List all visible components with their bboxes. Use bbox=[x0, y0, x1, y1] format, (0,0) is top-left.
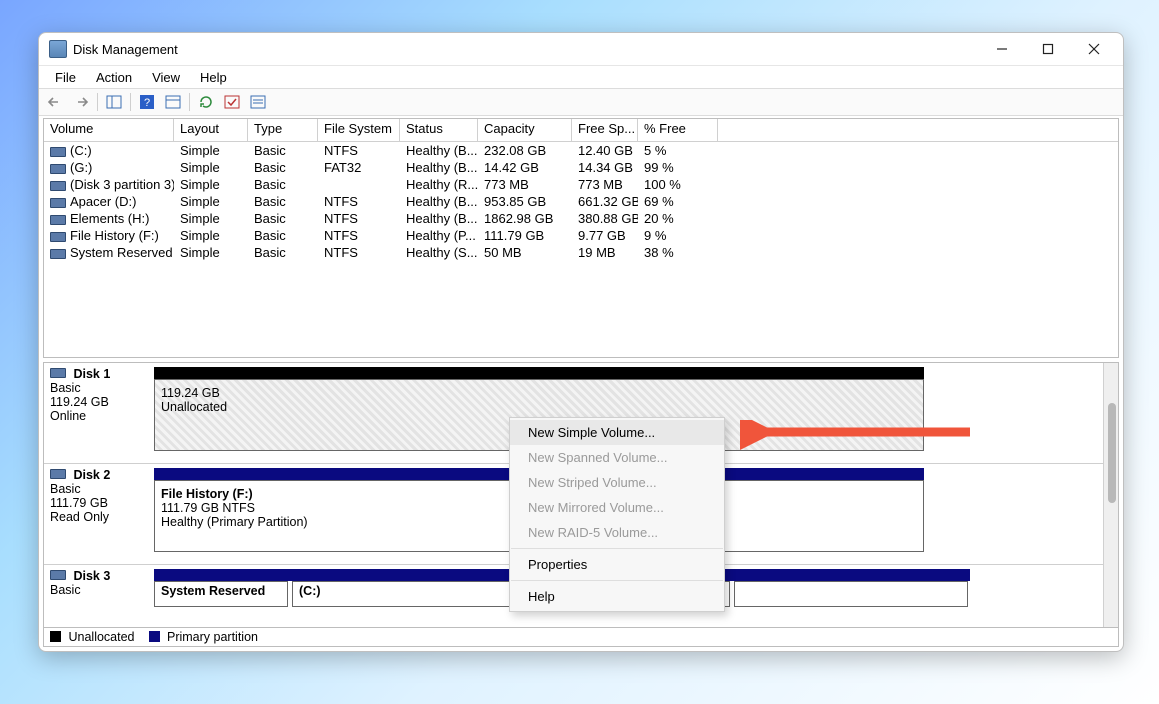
disk-3-type: Basic bbox=[50, 583, 148, 597]
disk-3-p1: System Reserved bbox=[161, 584, 265, 598]
menu-file[interactable]: File bbox=[45, 68, 86, 87]
col-type[interactable]: Type bbox=[248, 119, 318, 141]
ctx-new-raid5-volume: New RAID-5 Volume... bbox=[510, 520, 724, 545]
refresh-icon bbox=[198, 94, 214, 110]
drive-icon bbox=[50, 215, 66, 225]
help-button[interactable]: ? bbox=[135, 90, 159, 114]
col-layout[interactable]: Layout bbox=[174, 119, 248, 141]
help-icon: ? bbox=[139, 94, 155, 110]
legend-primary-swatch bbox=[149, 631, 160, 642]
disk-2-size: 111.79 GB bbox=[50, 496, 148, 510]
col-pct[interactable]: % Free bbox=[638, 119, 718, 141]
disk-icon bbox=[50, 368, 66, 378]
close-icon bbox=[1088, 43, 1100, 55]
arrow-right-icon bbox=[73, 94, 89, 110]
disk-3-p2: (C:) bbox=[299, 584, 321, 598]
legend: Unallocated Primary partition bbox=[43, 628, 1119, 647]
volume-row[interactable]: (Disk 3 partition 3)SimpleBasicHealthy (… bbox=[44, 176, 1118, 193]
annotation-arrow-icon bbox=[740, 420, 980, 450]
settings-button[interactable] bbox=[161, 90, 185, 114]
svg-text:?: ? bbox=[144, 97, 150, 109]
forward-button[interactable] bbox=[69, 90, 93, 114]
disk-2-p-line3: Healthy (Primary Partition) bbox=[161, 515, 308, 529]
volume-row[interactable]: (G:)SimpleBasicFAT32Healthy (B...14.42 G… bbox=[44, 159, 1118, 176]
minimize-button[interactable] bbox=[979, 34, 1025, 64]
disk-3-partition-1[interactable]: System Reserved bbox=[154, 581, 288, 607]
disk-icon bbox=[50, 469, 66, 479]
panel-icon bbox=[106, 94, 122, 110]
close-button[interactable] bbox=[1071, 34, 1117, 64]
disk-3-partition-3[interactable] bbox=[734, 581, 968, 607]
menu-action[interactable]: Action bbox=[86, 68, 142, 87]
disk-2-name: Disk 2 bbox=[73, 468, 110, 482]
menu-view[interactable]: View bbox=[142, 68, 190, 87]
drive-icon bbox=[50, 249, 66, 259]
disk-icon bbox=[50, 570, 66, 580]
menu-help[interactable]: Help bbox=[190, 68, 237, 87]
ctx-new-striped-volume: New Striped Volume... bbox=[510, 470, 724, 495]
disk-3-name: Disk 3 bbox=[73, 569, 110, 583]
arrow-left-icon bbox=[47, 94, 63, 110]
context-menu: New Simple Volume... New Spanned Volume.… bbox=[509, 417, 725, 612]
disk-1-name: Disk 1 bbox=[73, 367, 110, 381]
toolbar: ? bbox=[39, 88, 1123, 116]
minimize-icon bbox=[996, 43, 1008, 55]
disk-1-state: Online bbox=[50, 409, 148, 423]
maximize-icon bbox=[1042, 43, 1054, 55]
col-status[interactable]: Status bbox=[400, 119, 478, 141]
check-icon bbox=[224, 94, 240, 110]
rescan-button[interactable] bbox=[220, 90, 244, 114]
drive-icon bbox=[50, 164, 66, 174]
list-button[interactable] bbox=[246, 90, 270, 114]
refresh-button[interactable] bbox=[194, 90, 218, 114]
ctx-help[interactable]: Help bbox=[510, 584, 724, 609]
drive-icon bbox=[50, 181, 66, 191]
volume-row[interactable]: File History (F:)SimpleBasicNTFSHealthy … bbox=[44, 227, 1118, 244]
col-volume[interactable]: Volume bbox=[44, 119, 174, 141]
disk-1-type: Basic bbox=[50, 381, 148, 395]
title-bar: Disk Management bbox=[39, 33, 1123, 65]
disk-2-state: Read Only bbox=[50, 510, 148, 524]
window-title: Disk Management bbox=[73, 42, 178, 57]
volume-row[interactable]: System ReservedSimpleBasicNTFSHealthy (S… bbox=[44, 244, 1118, 261]
ctx-new-simple-volume[interactable]: New Simple Volume... bbox=[510, 420, 724, 445]
disk-1-part-state: Unallocated bbox=[161, 400, 227, 414]
ctx-new-spanned-volume: New Spanned Volume... bbox=[510, 445, 724, 470]
volume-row[interactable]: Apacer (D:)SimpleBasicNTFSHealthy (B...9… bbox=[44, 193, 1118, 210]
col-free[interactable]: Free Sp... bbox=[572, 119, 638, 141]
window-icon bbox=[165, 94, 181, 110]
disk-1-size: 119.24 GB bbox=[50, 395, 148, 409]
scroll-thumb[interactable] bbox=[1108, 403, 1116, 503]
app-icon bbox=[49, 40, 67, 58]
col-filesystem[interactable]: File System bbox=[318, 119, 400, 141]
ctx-properties[interactable]: Properties bbox=[510, 552, 724, 577]
disk-1-part-size: 119.24 GB bbox=[161, 386, 227, 400]
show-hide-tree-button[interactable] bbox=[102, 90, 126, 114]
disk-2-p-line2: 111.79 GB NTFS bbox=[161, 501, 308, 515]
volume-list: Volume Layout Type File System Status Ca… bbox=[43, 118, 1119, 358]
disk-2-type: Basic bbox=[50, 482, 148, 496]
list-icon bbox=[250, 94, 266, 110]
legend-primary: Primary partition bbox=[167, 630, 258, 644]
volume-header: Volume Layout Type File System Status Ca… bbox=[44, 119, 1118, 142]
volume-row[interactable]: Elements (H:)SimpleBasicNTFSHealthy (B..… bbox=[44, 210, 1118, 227]
volume-row[interactable]: (C:)SimpleBasicNTFSHealthy (B...232.08 G… bbox=[44, 142, 1118, 159]
drive-icon bbox=[50, 147, 66, 157]
drive-icon bbox=[50, 198, 66, 208]
col-capacity[interactable]: Capacity bbox=[478, 119, 572, 141]
disk-2-p-title: File History (F:) bbox=[161, 487, 308, 501]
maximize-button[interactable] bbox=[1025, 34, 1071, 64]
back-button[interactable] bbox=[43, 90, 67, 114]
legend-unalloc: Unallocated bbox=[68, 630, 134, 644]
legend-unalloc-swatch bbox=[50, 631, 61, 642]
menu-bar: File Action View Help bbox=[39, 65, 1123, 88]
drive-icon bbox=[50, 232, 66, 242]
ctx-new-mirrored-volume: New Mirrored Volume... bbox=[510, 495, 724, 520]
scrollbar[interactable] bbox=[1103, 363, 1118, 627]
